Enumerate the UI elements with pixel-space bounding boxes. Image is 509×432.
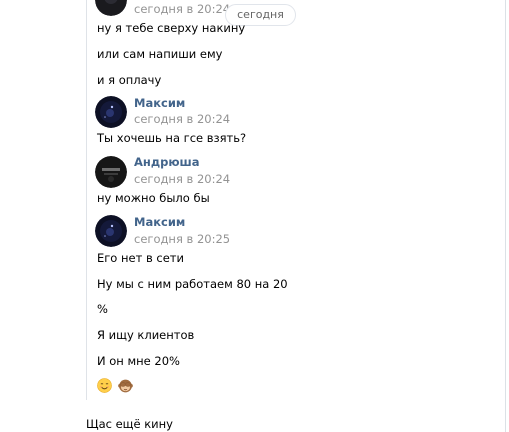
avatar[interactable] (95, 96, 127, 128)
message-text: % (97, 302, 108, 316)
message-text: и я оплачу (97, 73, 162, 87)
message-timestamp[interactable]: сегодня в 20:24 (134, 112, 230, 126)
emoji-row (97, 378, 134, 394)
message-text: ну я тебе сверху накину (97, 21, 246, 35)
message-text: Ну мы с ним работаем 80 на 20 (97, 277, 288, 291)
message-text: Ты хочешь на гсе взять? (97, 131, 247, 145)
message-text: ну можно было бы (97, 191, 210, 205)
message-text: Его нет в сети (97, 251, 184, 265)
message-text: Я ищу клиентов (97, 328, 195, 342)
sender-name[interactable]: Максим (134, 215, 185, 229)
see-no-evil-monkey-emoji (118, 379, 133, 393)
sender-name[interactable]: Андрюша (134, 155, 200, 169)
message-text: или сам напиши ему (97, 47, 223, 61)
avatar[interactable] (95, 215, 127, 247)
chat-history-view: сегодня в 20:24 сегодня ну я тебе сверху… (0, 0, 509, 432)
avatar[interactable] (95, 156, 127, 188)
avatar[interactable] (95, 0, 127, 16)
message-timestamp[interactable]: сегодня в 20:24 (134, 172, 230, 186)
thread-guide-line (86, 0, 87, 400)
panel-divider (505, 0, 506, 432)
message-text: И он мне 20% (97, 354, 180, 368)
message-timestamp[interactable]: сегодня в 20:25 (134, 232, 230, 246)
composer-draft-text[interactable]: Щас ещё кину (86, 417, 173, 431)
message-timestamp[interactable]: сегодня в 20:24 (134, 2, 230, 16)
sender-name[interactable]: Максим (134, 96, 185, 110)
smiling-face-emoji (97, 378, 112, 393)
